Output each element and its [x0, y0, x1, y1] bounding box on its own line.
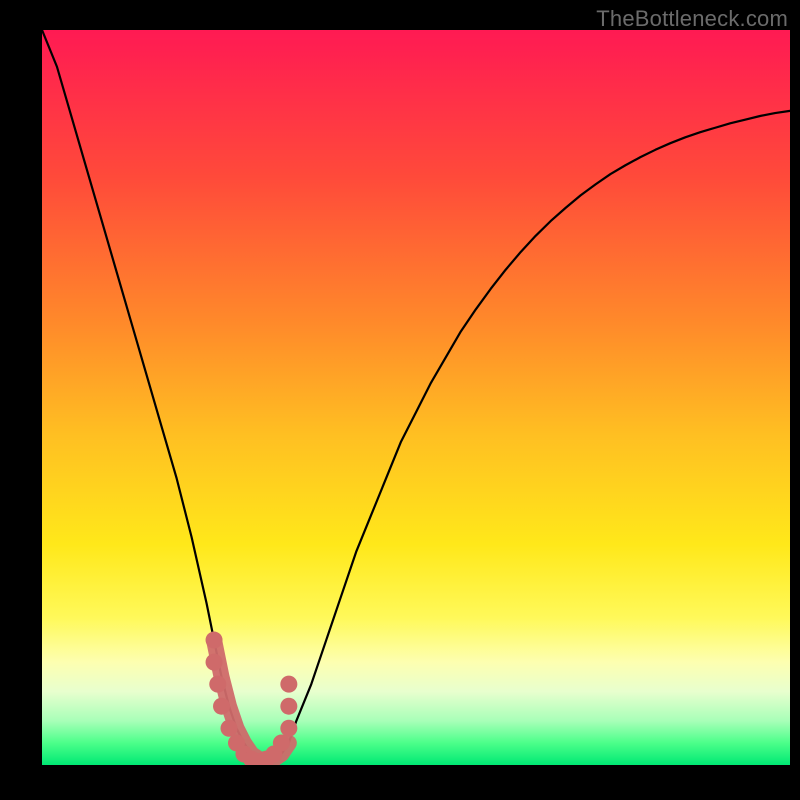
highlight-dot — [280, 698, 297, 715]
highlight-dot — [213, 698, 230, 715]
highlight-dot — [209, 676, 226, 693]
highlight-dot — [206, 654, 223, 671]
highlight-dot — [221, 720, 238, 737]
chart-svg — [42, 30, 790, 765]
highlight-dot — [273, 734, 290, 751]
highlight-dot — [280, 720, 297, 737]
outer-frame: TheBottleneck.com — [0, 0, 800, 800]
highlight-dot — [206, 632, 223, 649]
plot-area — [42, 30, 790, 765]
highlight-dot — [280, 676, 297, 693]
watermark-text: TheBottleneck.com — [596, 6, 788, 32]
